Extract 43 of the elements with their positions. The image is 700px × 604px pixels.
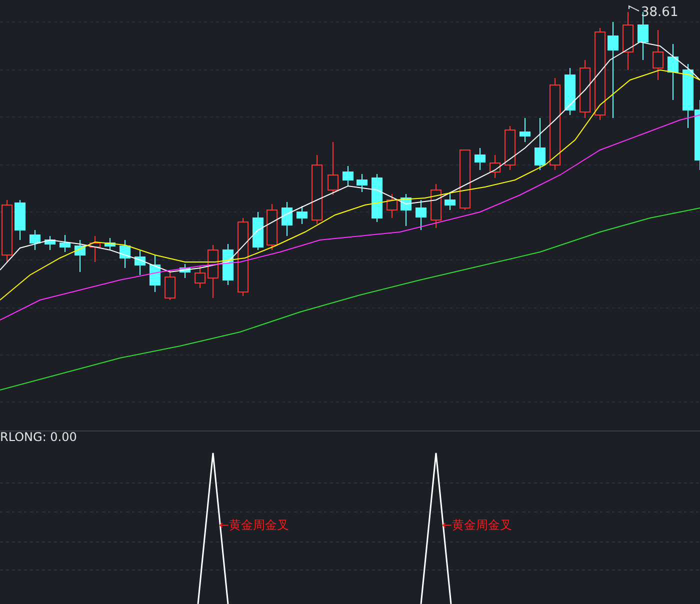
candlestick <box>386 194 398 218</box>
candlestick <box>134 250 146 276</box>
candlestick <box>460 150 470 210</box>
candlestick <box>622 12 634 70</box>
candlestick <box>282 202 292 236</box>
candlestick <box>356 174 368 192</box>
candlestick <box>180 264 190 278</box>
candlestick <box>580 60 590 118</box>
candlestick <box>120 240 130 268</box>
candlestick <box>90 236 100 262</box>
candlestick <box>150 254 160 292</box>
indicator-label: RLONG: 0.00 <box>0 430 77 444</box>
candlestick <box>252 212 264 250</box>
candlestick <box>652 30 664 80</box>
candlestick <box>60 234 70 252</box>
candlestick <box>30 230 40 250</box>
candlestick <box>520 118 530 142</box>
candlestick <box>490 154 500 178</box>
candlestick <box>430 184 442 228</box>
candlestick <box>222 244 234 286</box>
candlestick <box>266 204 278 250</box>
candlestick <box>504 126 516 170</box>
candlestick <box>474 148 486 170</box>
candlestick <box>444 192 456 210</box>
candlestick <box>208 244 218 298</box>
candlestick <box>534 118 546 170</box>
candlestick <box>328 142 338 196</box>
candlestick <box>164 270 176 300</box>
candlestick <box>312 154 322 224</box>
candlestick <box>44 236 56 250</box>
high-pointer-icon <box>628 5 640 12</box>
candlestick <box>194 266 206 288</box>
high-price-label: 38.61 <box>641 5 678 20</box>
candlestick <box>14 200 26 240</box>
candlestick <box>400 194 412 226</box>
candlestick <box>668 44 678 100</box>
candlestick <box>342 166 354 186</box>
candlestick <box>296 206 308 224</box>
candlestick <box>74 240 86 272</box>
candlestick <box>564 68 576 116</box>
candlestick <box>416 200 426 230</box>
candlestick <box>372 174 382 222</box>
candlestick <box>104 238 116 250</box>
